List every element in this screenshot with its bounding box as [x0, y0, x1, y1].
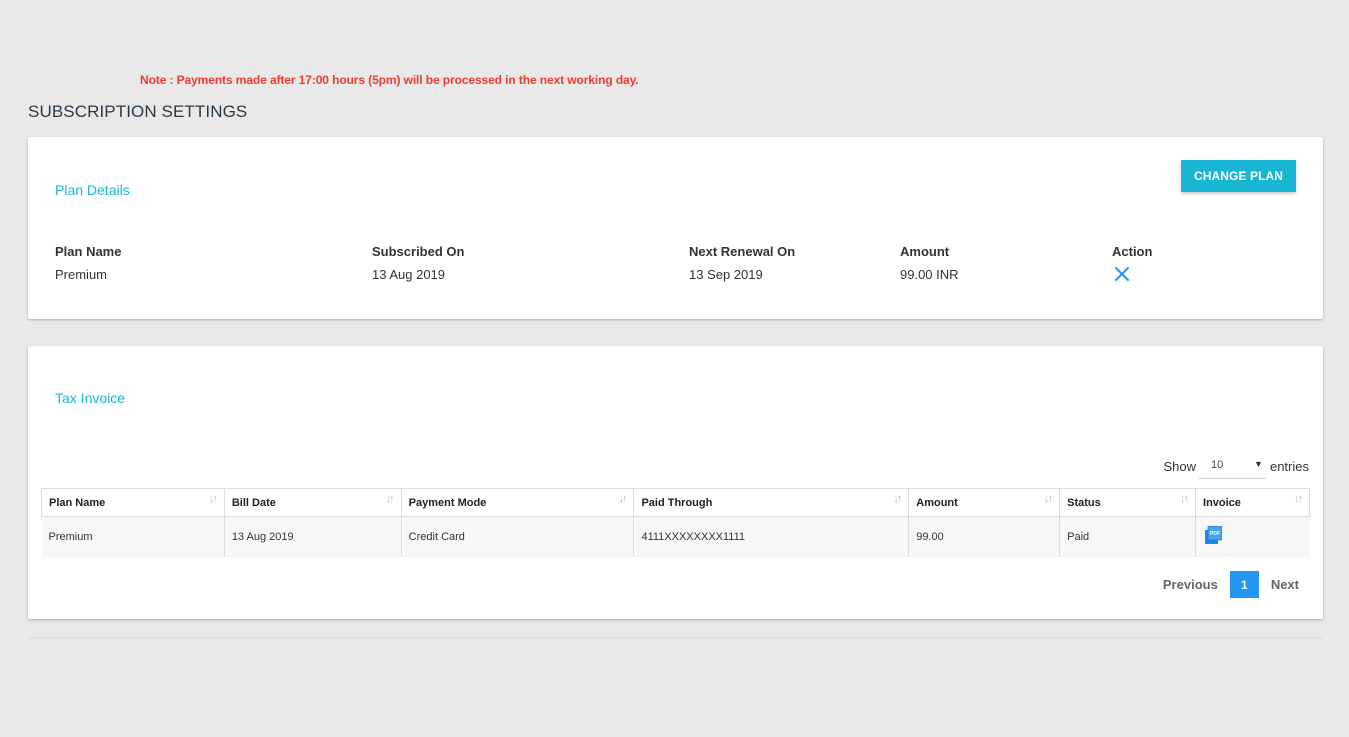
col-invoice-label: Invoice — [1203, 496, 1241, 509]
pagination: Previous 1 Next — [1163, 571, 1299, 598]
show-entries-control: Show 10 ▼ entries — [1163, 454, 1309, 479]
plan-details-card: Plan Details CHANGE PLAN Plan Name Premi… — [28, 137, 1323, 319]
sort-icon: ↓↑ — [618, 493, 627, 505]
sort-icon: ↓↑ — [208, 493, 218, 505]
col-amount[interactable]: Amount ↓↑ — [908, 488, 1061, 517]
table-row: Premium 13 Aug 2019 Credit Card 4111XXXX… — [41, 516, 1310, 557]
entries-select[interactable]: 10 ▼ — [1198, 454, 1266, 479]
page-button-current[interactable]: 1 — [1229, 571, 1259, 598]
col-bill-date-label: Bill Date — [231, 496, 276, 509]
next-renewal-header: Next Renewal On — [689, 244, 796, 259]
close-icon[interactable] — [1114, 266, 1130, 282]
action-column: Action — [1112, 244, 1152, 282]
show-label: Show — [1163, 459, 1196, 474]
sort-icon: ↓↑ — [1180, 493, 1189, 505]
dropdown-arrow-icon: ▼ — [1254, 459, 1263, 469]
plan-name-column: Plan Name Premium — [55, 244, 121, 282]
next-renewal-value: 13 Sep 2019 — [689, 267, 763, 282]
amount-column: Amount 99.00 INR — [900, 244, 959, 282]
next-page-link[interactable]: Next — [1271, 577, 1299, 592]
cell-status: Paid — [1059, 516, 1196, 557]
cell-payment-mode: Credit Card — [400, 516, 634, 557]
col-plan-name-label: Plan Name — [49, 496, 106, 509]
plan-name-header: Plan Name — [55, 244, 122, 259]
cell-bill-date: 13 Aug 2019 — [223, 516, 402, 557]
col-payment-mode[interactable]: Payment Mode ↓↑ — [400, 488, 635, 517]
col-bill-date[interactable]: Bill Date ↓↑ — [223, 488, 402, 517]
col-paid-through[interactable]: Paid Through ↓↑ — [633, 488, 910, 517]
cell-invoice: PDF — [1195, 516, 1310, 557]
next-renewal-column: Next Renewal On 13 Sep 2019 — [689, 244, 795, 282]
sort-icon: ↓↑ — [385, 493, 395, 505]
sort-icon: ↓↑ — [893, 493, 902, 505]
page-title: SUBSCRIPTION SETTINGS — [28, 102, 248, 121]
cell-paid-through: 4111XXXXXXXX1111 — [633, 516, 909, 557]
bottom-divider — [28, 637, 1323, 640]
col-paid-through-label: Paid Through — [641, 496, 713, 509]
subscribed-on-value: 13 Aug 2019 — [372, 267, 446, 282]
amount-value: 99.00 INR — [900, 267, 959, 282]
svg-text:PDF: PDF — [1210, 531, 1220, 537]
action-header: Action — [1112, 244, 1153, 259]
subscribed-on-column: Subscribed On 13 Aug 2019 — [372, 244, 464, 282]
sort-icon: ↓↑ — [1294, 493, 1303, 505]
col-invoice[interactable]: Invoice ↓↑ — [1195, 488, 1310, 517]
tax-invoice-heading: Tax Invoice — [55, 390, 126, 406]
plan-name-value: Premium — [55, 267, 108, 282]
cell-plan-name: Premium — [41, 516, 225, 557]
amount-header: Amount — [900, 244, 950, 259]
pdf-icon[interactable]: PDF — [1205, 526, 1223, 544]
invoice-table: Plan Name ↓↑ Bill Date ↓↑ Payment Mode ↓↑ P… — [41, 488, 1310, 557]
table-header-row: Plan Name ↓↑ Bill Date ↓↑ Payment Mode ↓↑ P… — [41, 488, 1310, 517]
subscribed-on-header: Subscribed On — [372, 244, 465, 259]
plan-details-heading: Plan Details — [55, 182, 130, 198]
previous-page-link[interactable]: Previous — [1163, 577, 1218, 592]
entries-select-value: 10 — [1210, 459, 1224, 471]
col-payment-mode-label: Payment Mode — [408, 496, 487, 509]
cell-amount: 99.00 — [908, 516, 1060, 557]
col-plan-name[interactable]: Plan Name ↓↑ — [41, 488, 225, 517]
col-status-label: Status — [1067, 496, 1101, 509]
change-plan-button[interactable]: CHANGE PLAN — [1181, 160, 1296, 192]
sort-icon: ↓↑ — [1044, 493, 1053, 505]
tax-invoice-card: Tax Invoice Show 10 ▼ entries Plan Name ↓… — [28, 346, 1323, 619]
entries-label: entries — [1269, 459, 1309, 474]
col-status[interactable]: Status ↓↑ — [1059, 488, 1197, 517]
col-amount-label: Amount — [916, 496, 958, 509]
payment-note: Note : Payments made after 17:00 hours (… — [140, 73, 639, 87]
